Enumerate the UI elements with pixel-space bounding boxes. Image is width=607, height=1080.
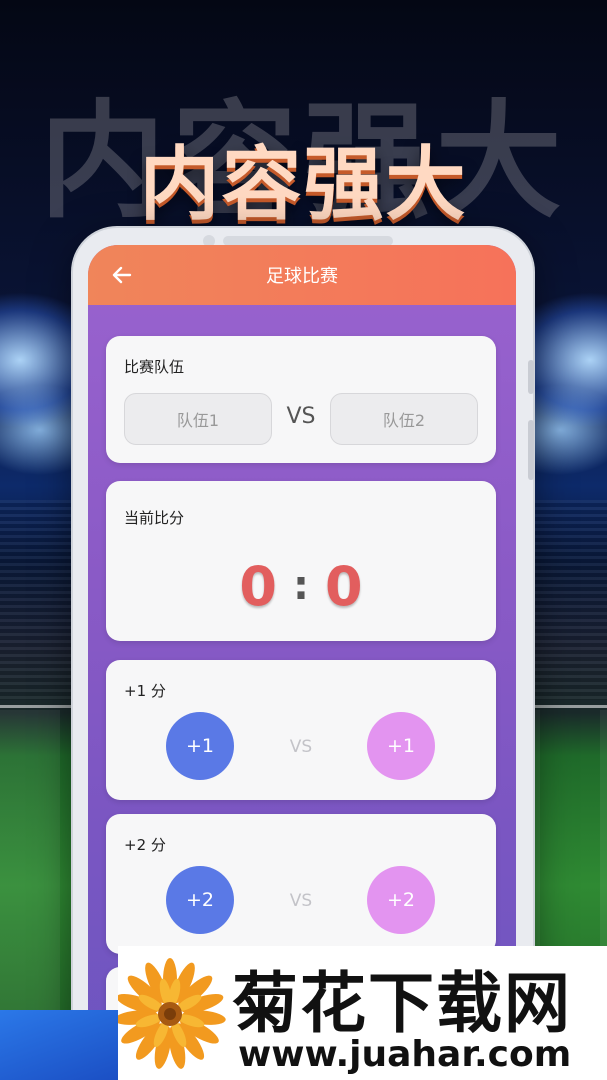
plus1-card: +1 分 +1 VS +1: [106, 660, 496, 800]
app-bar: 足球比赛: [88, 245, 516, 305]
power-button: [528, 420, 534, 480]
teams-label: 比赛队伍: [124, 358, 185, 376]
team2-plus2-button[interactable]: +2: [367, 866, 435, 934]
team2-input[interactable]: 队伍2: [330, 393, 478, 445]
team1-plus1-button[interactable]: +1: [166, 712, 234, 780]
vs-label: VS: [286, 404, 316, 429]
arrow-left-icon: [112, 266, 132, 284]
volume-button: [528, 360, 534, 394]
watermark-name: 菊花下载网: [232, 965, 572, 1042]
score-display: 0 : 0: [106, 551, 496, 621]
score-separator: :: [293, 563, 309, 609]
plus2-label: +2 分: [124, 836, 166, 854]
score-card: 当前比分 0 : 0: [106, 481, 496, 641]
left-score: 0: [239, 554, 277, 618]
back-button[interactable]: [106, 259, 138, 291]
score-label: 当前比分: [124, 509, 185, 527]
plus2-card: +2 分 +2 VS +2: [106, 814, 496, 954]
right-score: 0: [325, 554, 363, 618]
watermark: 菊花下载网 www.juahar.com: [0, 946, 607, 1080]
team2-plus1-button[interactable]: +1: [367, 712, 435, 780]
plus1-label: +1 分: [124, 682, 166, 700]
watermark-url: www.juahar.com: [238, 1034, 572, 1075]
flower-icon: [118, 958, 226, 1069]
app-title: 足球比赛: [266, 266, 338, 287]
team1-plus2-button[interactable]: +2: [166, 866, 234, 934]
teams-card: 比赛队伍 队伍1 VS 队伍2: [106, 336, 496, 463]
plus1-vs-label: VS: [289, 737, 313, 757]
plus2-vs-label: VS: [289, 891, 313, 911]
promo-title: 内容强大: [139, 138, 468, 231]
team1-input[interactable]: 队伍1: [124, 393, 272, 445]
